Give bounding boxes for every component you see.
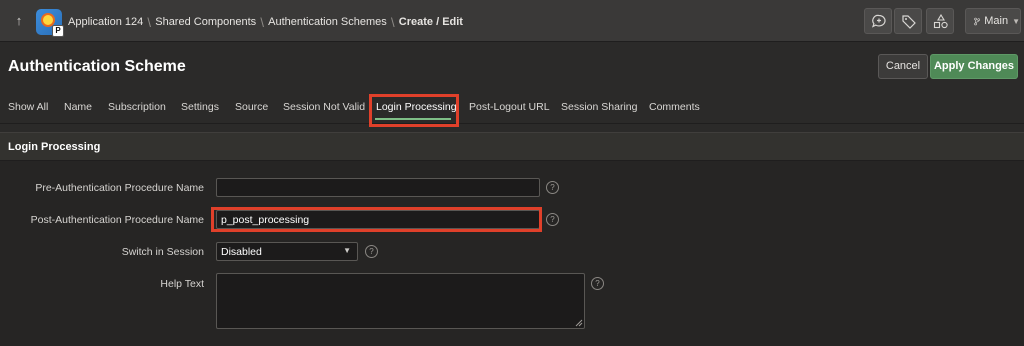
shapes-icon	[933, 14, 948, 29]
tab-session-sharing[interactable]: Session Sharing	[561, 101, 637, 113]
breadcrumb-application[interactable]: Application 124	[68, 16, 143, 28]
tab-settings[interactable]: Settings	[181, 101, 219, 113]
section-header: Login Processing	[0, 132, 1024, 161]
tab-session-not-valid[interactable]: Session Not Valid	[283, 101, 365, 113]
branch-menu-button[interactable]: Main ▼	[965, 8, 1021, 34]
tab-highlight-box	[369, 94, 459, 127]
tab-comments[interactable]: Comments	[649, 101, 700, 113]
app-icon[interactable]: P	[36, 9, 64, 37]
shapes-button[interactable]	[926, 8, 954, 34]
breadcrumb-separator: \	[147, 14, 152, 30]
pre-auth-label: Pre-Authentication Procedure Name	[35, 182, 204, 194]
tab-subscription[interactable]: Subscription	[108, 101, 166, 113]
resize-handle-icon[interactable]	[575, 319, 583, 327]
breadcrumb-authentication-schemes[interactable]: Authentication Schemes	[268, 16, 387, 28]
section-title: Login Processing	[8, 141, 101, 153]
tab-bar: Show All Name Subscription Settings Sour…	[0, 92, 1024, 124]
page-badge-icon: P	[52, 25, 64, 37]
breadcrumb: Application 124 \ Shared Components \ Au…	[68, 14, 463, 30]
tab-name[interactable]: Name	[64, 101, 92, 113]
branch-icon	[974, 17, 980, 25]
breadcrumb-shared-components[interactable]: Shared Components	[155, 16, 256, 28]
help-text-textarea[interactable]	[216, 273, 585, 329]
comment-button[interactable]	[864, 8, 892, 34]
breadcrumb-separator: \	[260, 14, 264, 30]
branch-label: Main	[984, 15, 1009, 27]
apply-changes-button[interactable]: Apply Changes	[930, 54, 1018, 79]
switch-in-session-select[interactable]: Disabled ▼	[216, 242, 358, 261]
top-toolbar: ↑ P Application 124 \ Shared Components …	[0, 0, 1024, 42]
pre-auth-input[interactable]	[216, 178, 540, 197]
help-icon[interactable]: ?	[365, 245, 378, 258]
breadcrumb-separator: \	[390, 14, 395, 30]
tab-source[interactable]: Source	[235, 101, 268, 113]
breadcrumb-current: Create / Edit	[398, 16, 463, 28]
help-icon[interactable]: ?	[591, 277, 604, 290]
tab-show-all[interactable]: Show All	[8, 101, 48, 113]
comment-icon	[871, 14, 886, 28]
page-title: Authentication Scheme	[8, 58, 186, 75]
cancel-button[interactable]: Cancel	[878, 54, 928, 79]
tag-button[interactable]	[894, 8, 922, 34]
chevron-down-icon: ▼	[343, 246, 351, 255]
post-auth-label: Post-Authentication Procedure Name	[30, 214, 204, 226]
switch-in-session-label: Switch in Session	[121, 246, 204, 258]
switch-in-session-value: Disabled	[221, 246, 262, 258]
help-icon[interactable]: ?	[546, 213, 559, 226]
up-arrow-icon[interactable]: ↑	[12, 13, 26, 29]
tag-icon	[902, 15, 916, 29]
help-icon[interactable]: ?	[546, 181, 559, 194]
field-highlight-box	[211, 207, 542, 232]
tab-post-logout-url[interactable]: Post-Logout URL	[469, 101, 550, 113]
chevron-down-icon: ▼	[1012, 16, 1020, 26]
help-text-label: Help Text	[160, 278, 204, 290]
